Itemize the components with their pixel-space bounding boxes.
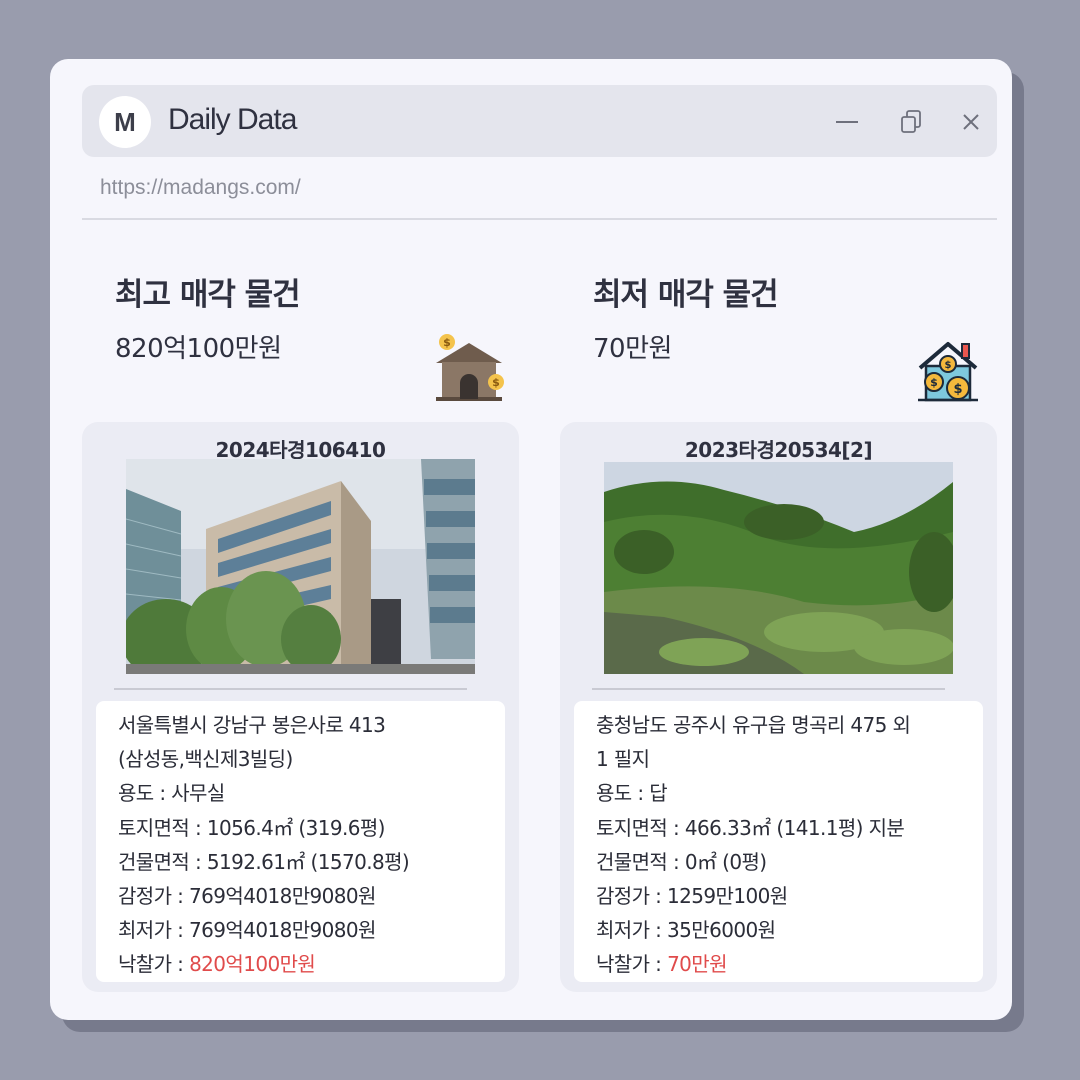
minimize-icon [836,121,858,123]
restore-icon [901,110,921,133]
svg-text:$: $ [930,376,938,389]
svg-text:$: $ [492,376,500,389]
address-divider [82,218,997,220]
svg-text:$: $ [953,382,962,397]
property-photo-building [126,459,475,674]
restore-button[interactable] [896,107,926,137]
title-bar: M Daily Data [82,85,997,157]
lowest-property-card[interactable]: 2023타경20534[2] 충청남도 공주시 유구읍 명곡리 475 외 1 … [560,422,997,992]
building-area: 건물면적 : 0㎡ (0평) [596,849,767,874]
highest-heading: 최고 매각 물건 [115,277,301,313]
lowest-price: 70만원 [593,334,672,364]
property-details: 서울특별시 강남구 봉은사로 413 (삼성동,백신제3빌딩) 용도 : 사무실… [96,701,505,982]
house-coins-icon: $ $ $ [918,342,978,402]
svg-text:$: $ [945,360,952,371]
case-number: 2023타경20534[2] [684,438,873,462]
winning-bid-label: 낙찰가 : [118,952,190,977]
address-line-2: 1 필지 [596,747,650,772]
land-area: 토지면적 : 1056.4㎡ (319.6평) [118,815,385,840]
address-bar-url[interactable]: https://madangs.com/ [100,176,301,200]
minimum-price: 최저가 : 769억4018만9080원 [118,918,376,943]
winning-bid: 낙찰가 : 820억100만원 [118,947,505,981]
property-photo-field [604,462,953,674]
card-divider [592,688,945,690]
lowest-heading: 최저 매각 물건 [593,277,779,313]
property-details: 충청남도 공주시 유구읍 명곡리 475 외 1 필지 용도 : 답 토지면적 … [574,701,983,982]
winning-bid-label: 낙찰가 : [596,952,668,977]
address-line-2: (삼성동,백신제3빌딩) [118,747,293,772]
house-money-icon: $ $ [436,334,504,401]
close-icon [963,114,979,130]
appraisal-price: 감정가 : 769억4018만9080원 [118,884,376,909]
app-logo: M [99,96,151,148]
winning-bid: 낙찰가 : 70만원 [596,947,983,981]
highest-property-card[interactable]: 2024타경106410 서울특별시 강남구 봉은사로 413 (삼성동,백신제… [82,422,519,992]
minimize-button[interactable] [832,107,862,137]
winning-bid-value: 820억100만원 [189,952,316,977]
close-button[interactable] [956,107,986,137]
winning-bid-value: 70만원 [667,952,727,977]
lowest-header: 최저 매각 물건 70만원 [593,269,779,365]
app-title: Daily Data [168,103,297,136]
building-area: 건물면적 : 5192.61㎡ (1570.8평) [118,849,410,874]
app-window: M Daily Data https://madangs.com/ 최고 매각 … [50,59,1012,1020]
minimum-price: 최저가 : 35만6000원 [596,918,776,943]
card-divider [114,688,467,690]
usage: 용도 : 사무실 [118,781,225,806]
appraisal-price: 감정가 : 1259만100원 [596,884,788,909]
svg-text:$: $ [443,336,451,349]
highest-price: 820억100만원 [115,334,282,364]
address-line-1: 서울특별시 강남구 봉은사로 413 [118,713,386,737]
highest-header: 최고 매각 물건 820억100만원 [115,269,301,365]
usage: 용도 : 답 [596,781,668,806]
address-line-1: 충청남도 공주시 유구읍 명곡리 475 외 [596,713,911,737]
land-area: 토지면적 : 466.33㎡ (141.1평) 지분 [596,815,905,840]
